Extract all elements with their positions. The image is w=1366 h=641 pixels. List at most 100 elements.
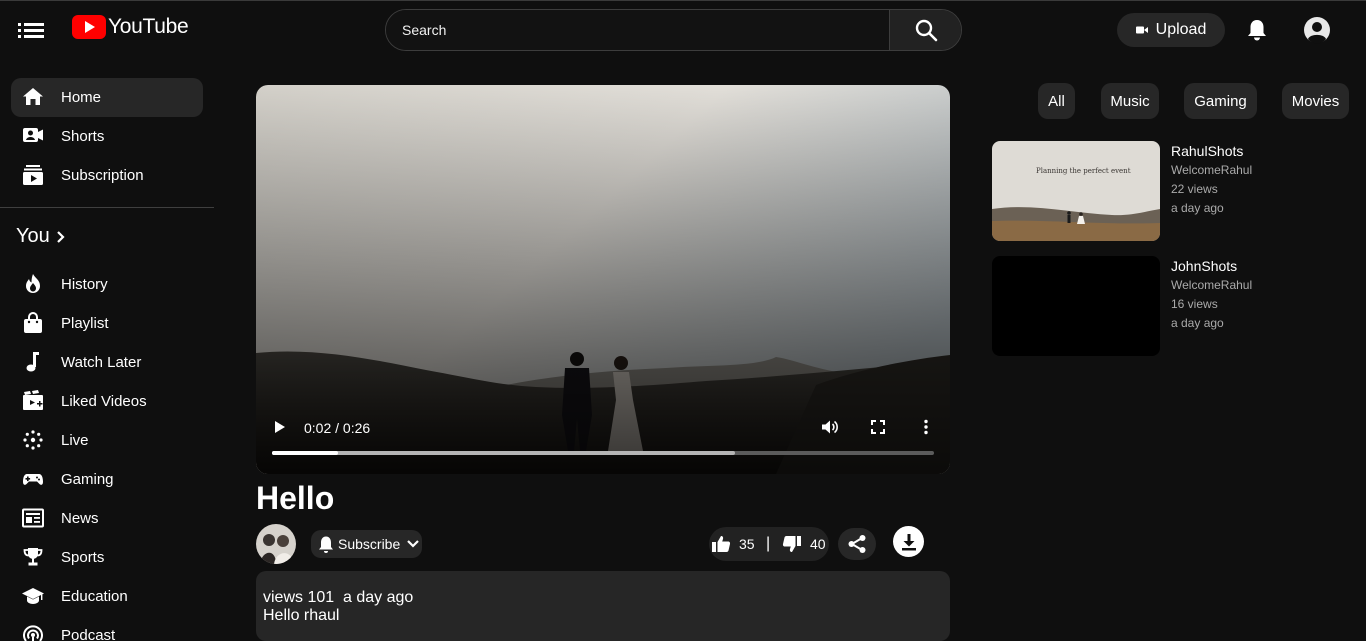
sidebar-item-label: Live [61,432,89,449]
play-icon[interactable] [273,420,287,434]
channel-avatar[interactable] [256,524,296,564]
download-button[interactable] [893,526,924,557]
view-count: 22 views [1171,182,1218,196]
subscription-icon [22,164,44,186]
live-icon [22,429,44,451]
sidebar-item-label: Education [61,588,128,605]
gaming-icon [22,468,44,490]
upload-time: a day ago [1171,201,1224,215]
video-thumbnail [992,256,1160,356]
progress-buffered [272,451,735,455]
sidebar-item-education[interactable]: Education [11,577,203,616]
search-input[interactable] [386,10,889,50]
sidebar-item-live[interactable]: Live [11,421,203,460]
youtube-logo-icon [72,15,106,39]
description-box[interactable]: views 101 a day ago Hello rhaul [256,571,950,641]
dislike-count: 40 [810,536,826,552]
sidebar-item-label: Gaming [61,471,114,488]
sidebar-item-label: Shorts [61,128,105,145]
view-count: 16 views [1171,297,1218,311]
recommended-video[interactable]: Planning the perfect event RahulShots We… [992,141,1332,241]
shorts-icon [22,125,44,147]
upload-time: a day ago [1171,316,1224,330]
sidebar-item-liked-videos[interactable]: Liked Videos [11,382,203,421]
video-frame-image [256,85,950,474]
search-button[interactable] [889,10,961,50]
subscribe-button[interactable]: Subscribe [311,530,422,558]
chip-label: All [1048,92,1065,110]
thumbs-down-icon [782,536,801,552]
trophy-icon [22,546,44,568]
like-dislike-bar: 35 | 40 [709,527,829,561]
time-display: 0:02 / 0:26 [304,420,371,436]
chip-all[interactable]: All [1038,83,1075,119]
sidebar-item-news[interactable]: News [11,499,203,538]
like-count: 35 [739,536,755,552]
chevron-down-icon [407,540,420,548]
video-player[interactable]: 0:02 / 0:26 [256,85,950,474]
top-bar: YouTube Upload [0,1,1366,59]
sidebar-item-shorts[interactable]: Shorts [11,117,203,156]
sidebar-item-label: Liked Videos [61,393,147,410]
sidebar-item-label: History [61,276,108,293]
video-title: RahulShots [1171,143,1244,159]
you-section-heading[interactable]: You [16,225,66,248]
subscribe-label: Subscribe [338,536,401,552]
sidebar-item-label: Home [61,89,102,106]
fullscreen-icon[interactable] [871,420,885,434]
liked-videos-icon [22,390,44,412]
chip-label: Gaming [1194,92,1247,110]
download-icon [901,533,916,550]
like-divider: | [766,535,771,552]
bell-icon[interactable] [1246,18,1268,42]
bell-icon [319,536,333,553]
upload-label: Upload [1155,21,1207,38]
progress-played [272,451,338,455]
sidebar-item-watch-later[interactable]: Watch Later [11,343,203,382]
like-button[interactable]: 35 [711,534,759,554]
sidebar-item-history[interactable]: History [11,265,203,304]
description-text: Hello rhaul [263,607,340,624]
graduation-cap-icon [22,585,44,607]
volume-icon[interactable] [821,418,839,436]
channel-name: WelcomeRahul [1171,163,1253,177]
youtube-logo[interactable]: YouTube [72,15,189,39]
chip-gaming[interactable]: Gaming [1184,83,1257,119]
sidebar-item-label: Subscription [61,167,144,184]
video-title: JohnShots [1171,258,1238,274]
sidebar-item-gaming[interactable]: Gaming [11,460,203,499]
sidebar-item-subscription[interactable]: Subscription [11,156,203,195]
sidebar-item-sports[interactable]: Sports [11,538,203,577]
video-thumbnail: Planning the perfect event [992,141,1160,241]
you-heading-label: You [16,225,50,247]
upload-button[interactable]: Upload [1117,13,1225,47]
video-camera-icon [1135,26,1148,34]
home-icon [22,86,44,108]
sidebar-item-label: Watch Later [61,354,142,371]
podcast-icon [22,624,44,641]
sidebar-item-podcast[interactable]: Podcast [11,616,203,641]
dislike-button[interactable]: 40 [782,534,828,554]
menu-icon[interactable] [16,19,46,41]
chip-movies[interactable]: Movies [1282,83,1349,119]
sidebar-item-label: Sports [61,549,105,566]
news-icon [22,507,44,529]
search-bar [385,9,962,51]
chip-label: Movies [1291,92,1340,110]
watch-later-icon [22,351,44,373]
sidebar-item-playlist[interactable]: Playlist [11,304,203,343]
progress-bar[interactable] [272,451,934,455]
channel-name: WelcomeRahul [1171,278,1253,292]
account-avatar-icon[interactable] [1303,16,1331,44]
search-icon [915,19,937,42]
share-button[interactable] [838,528,876,560]
chip-music[interactable]: Music [1101,83,1159,119]
sidebar-item-label: News [61,510,99,527]
share-icon [848,535,866,553]
sidebar-item-home[interactable]: Home [11,78,203,117]
more-options-icon[interactable] [922,419,930,435]
recommended-video[interactable]: JohnShots WelcomeRahul 16 views a day ag… [992,256,1332,356]
sidebar-item-label: Playlist [61,315,109,332]
sidebar-item-label: Podcast [61,627,116,641]
playlist-icon [22,312,44,334]
